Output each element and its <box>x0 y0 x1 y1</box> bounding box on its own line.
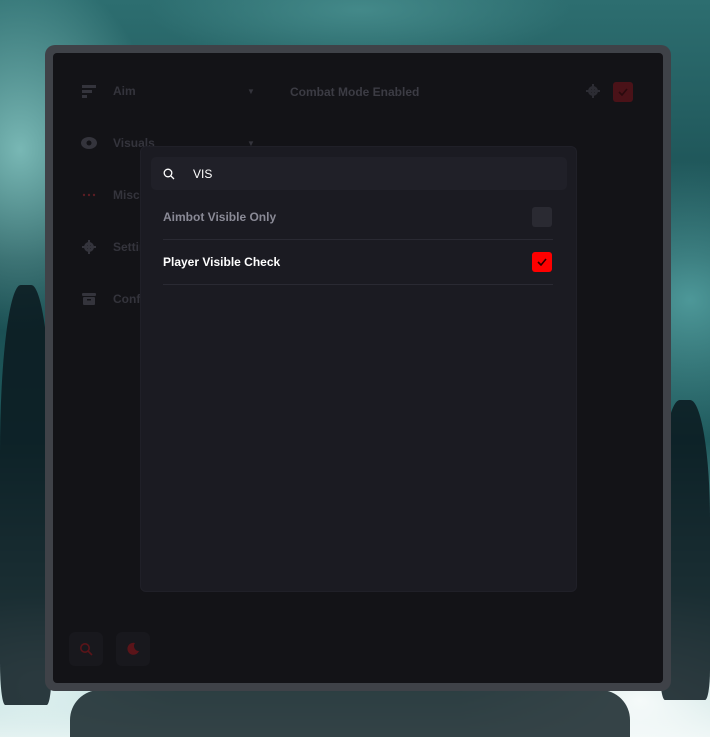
search-icon <box>163 166 179 182</box>
page-title: Combat Mode Enabled <box>290 85 420 99</box>
checkmark-icon <box>537 258 547 266</box>
result-label: Aimbot Visible Only <box>163 210 277 224</box>
search-bar <box>151 157 567 190</box>
search-popup: Aimbot Visible Only Player Visible Check <box>140 146 577 592</box>
search-button[interactable] <box>69 632 103 666</box>
gear-icon[interactable] <box>586 84 602 100</box>
checkmark-icon <box>618 88 628 96</box>
moon-icon <box>127 642 139 655</box>
combat-mode-checkbox[interactable] <box>613 82 633 102</box>
dots-icon <box>81 187 97 203</box>
search-result-player-visible-check[interactable]: Player Visible Check <box>163 240 553 285</box>
player-visible-check-checkbox[interactable] <box>532 252 552 272</box>
theme-toggle-button[interactable] <box>116 632 150 666</box>
folder-icon <box>81 291 97 307</box>
chevron-down-icon: ▼ <box>247 86 255 96</box>
result-label: Player Visible Check <box>163 255 281 269</box>
background-ground-shadow <box>70 690 630 737</box>
sidebar-item-label: Aim <box>113 84 136 98</box>
sidebar-item-aim[interactable]: Aim ▼ <box>81 81 255 101</box>
sidebar-item-label: Misc <box>113 188 140 202</box>
gear-icon <box>81 239 97 255</box>
search-result-aimbot-visible-only[interactable]: Aimbot Visible Only <box>163 195 553 240</box>
aim-icon <box>81 83 97 99</box>
aimbot-visible-only-checkbox[interactable] <box>532 207 552 227</box>
eye-icon <box>81 135 97 151</box>
search-icon <box>80 643 93 656</box>
search-input[interactable] <box>193 166 493 181</box>
